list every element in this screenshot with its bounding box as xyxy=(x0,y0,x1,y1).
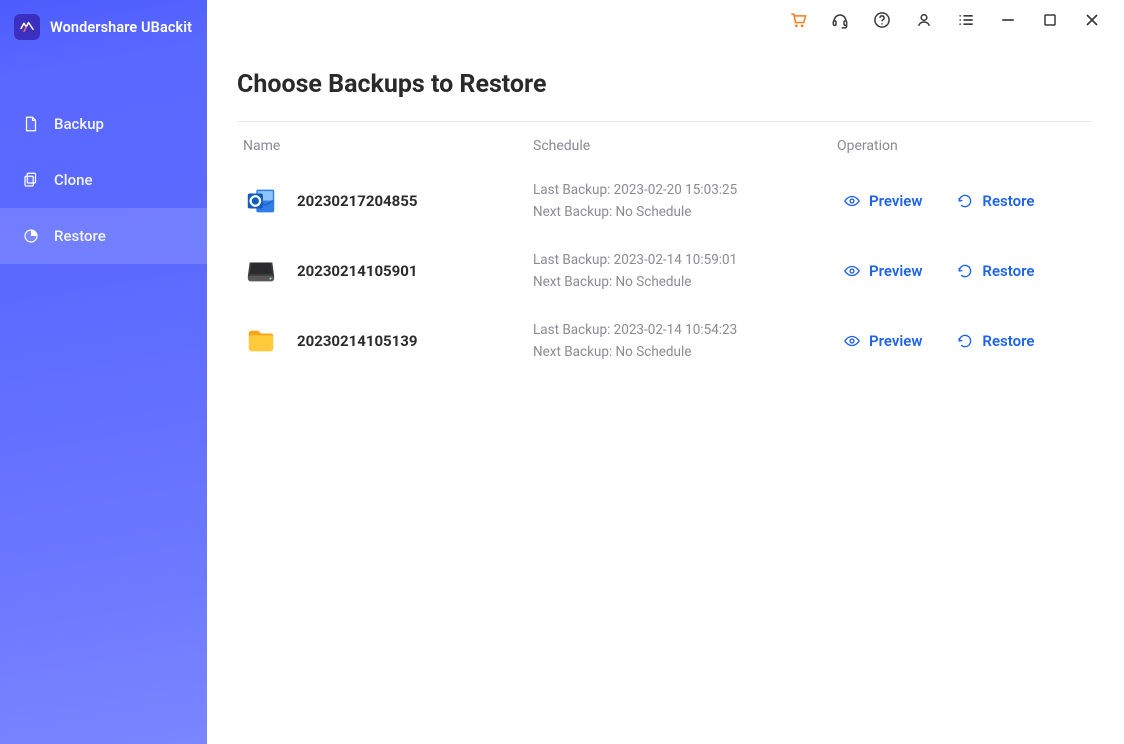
preview-button[interactable]: Preview xyxy=(843,262,922,280)
minimize-icon[interactable] xyxy=(998,10,1018,30)
menu-list-icon[interactable] xyxy=(956,10,976,30)
next-backup: Next Backup: No Schedule xyxy=(533,204,833,220)
cell-operation: Preview Restore xyxy=(833,262,1092,280)
cell-schedule: Last Backup: 2023-02-20 15:03:25 Next Ba… xyxy=(533,182,833,220)
sidebar-item-clone[interactable]: Clone xyxy=(0,152,207,208)
backup-name: 20230217204855 xyxy=(297,192,417,210)
pie-icon xyxy=(22,227,40,245)
last-backup: Last Backup: 2023-02-14 10:54:23 xyxy=(533,322,833,338)
sidebar-nav: Backup Clone Restore xyxy=(0,96,207,264)
copy-icon xyxy=(22,171,40,189)
table-row: 20230217204855 Last Backup: 2023-02-20 1… xyxy=(237,166,1092,236)
col-schedule: Schedule xyxy=(533,138,833,154)
preview-label: Preview xyxy=(869,262,922,280)
restore-label: Restore xyxy=(982,262,1034,280)
sidebar-item-label: Backup xyxy=(54,115,104,133)
file-icon xyxy=(22,115,40,133)
last-backup: Last Backup: 2023-02-20 15:03:25 xyxy=(533,182,833,198)
folder-icon xyxy=(243,323,279,359)
backup-table: Name Schedule Operation 20230217204855 L… xyxy=(207,121,1124,376)
backup-name: 20230214105139 xyxy=(297,332,417,350)
outlook-icon xyxy=(243,183,279,219)
brand: Wondershare UBackit xyxy=(0,10,207,58)
cell-operation: Preview Restore xyxy=(833,332,1092,350)
help-icon[interactable] xyxy=(872,10,892,30)
preview-label: Preview xyxy=(869,192,922,210)
next-backup: Next Backup: No Schedule xyxy=(533,344,833,360)
restore-button[interactable]: Restore xyxy=(956,262,1034,280)
table-row: 20230214105901 Last Backup: 2023-02-14 1… xyxy=(237,236,1092,306)
restore-label: Restore xyxy=(982,192,1034,210)
restore-button[interactable]: Restore xyxy=(956,332,1034,350)
cell-name: 20230214105139 xyxy=(243,323,533,359)
backup-name: 20230214105901 xyxy=(297,262,417,280)
col-operation: Operation xyxy=(833,138,1092,154)
app-title: Wondershare UBackit xyxy=(50,19,192,36)
cell-schedule: Last Backup: 2023-02-14 10:54:23 Next Ba… xyxy=(533,322,833,360)
preview-button[interactable]: Preview xyxy=(843,192,922,210)
page-title: Choose Backups to Restore xyxy=(207,40,1124,121)
next-backup: Next Backup: No Schedule xyxy=(533,274,833,290)
restore-button[interactable]: Restore xyxy=(956,192,1034,210)
cell-name: 20230214105901 xyxy=(243,253,533,289)
sidebar-item-restore[interactable]: Restore xyxy=(0,208,207,264)
disk-icon xyxy=(243,253,279,289)
sidebar-item-label: Restore xyxy=(54,227,106,245)
table-header: Name Schedule Operation xyxy=(237,121,1092,166)
cell-name: 20230217204855 xyxy=(243,183,533,219)
sidebar: Wondershare UBackit Backup Clone Restore xyxy=(0,0,207,744)
cell-operation: Preview Restore xyxy=(833,192,1092,210)
cell-schedule: Last Backup: 2023-02-14 10:59:01 Next Ba… xyxy=(533,252,833,290)
sidebar-item-label: Clone xyxy=(54,171,93,189)
app-logo-icon xyxy=(14,14,40,40)
main: Choose Backups to Restore Name Schedule … xyxy=(207,0,1124,744)
app-window: Wondershare UBackit Backup Clone Restore xyxy=(0,0,1124,744)
sidebar-item-backup[interactable]: Backup xyxy=(0,96,207,152)
window-toolbar xyxy=(207,0,1124,40)
table-row: 20230214105139 Last Backup: 2023-02-14 1… xyxy=(237,306,1092,376)
preview-label: Preview xyxy=(869,332,922,350)
maximize-icon[interactable] xyxy=(1040,10,1060,30)
cart-icon[interactable] xyxy=(788,10,808,30)
last-backup: Last Backup: 2023-02-14 10:59:01 xyxy=(533,252,833,268)
preview-button[interactable]: Preview xyxy=(843,332,922,350)
restore-label: Restore xyxy=(982,332,1034,350)
col-name: Name xyxy=(243,138,533,154)
headset-icon[interactable] xyxy=(830,10,850,30)
user-icon[interactable] xyxy=(914,10,934,30)
close-icon[interactable] xyxy=(1082,10,1102,30)
